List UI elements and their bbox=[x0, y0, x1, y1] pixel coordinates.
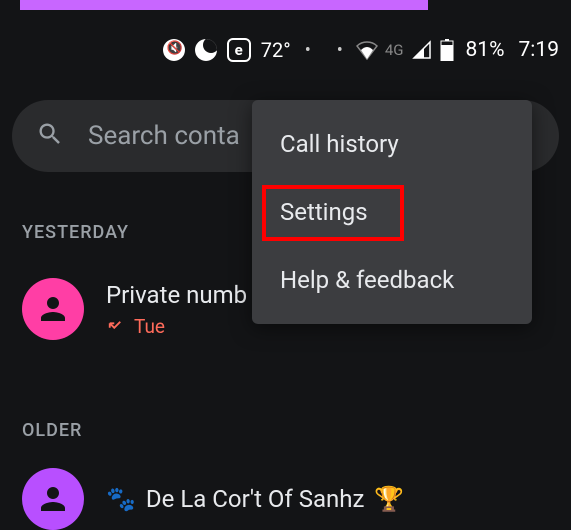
avatar bbox=[22, 278, 84, 340]
contact-emoji-prefix: 🐾 bbox=[106, 485, 136, 513]
avatar bbox=[22, 468, 84, 530]
menu-item-call-history[interactable]: Call history bbox=[252, 110, 532, 178]
section-label-yesterday: YESTERDAY bbox=[22, 222, 129, 243]
status-bar: e 72° • • 4G 81% 7:19 bbox=[0, 34, 559, 66]
contact-emoji-suffix: 🏆 bbox=[374, 485, 404, 513]
notification-accent-bar bbox=[20, 0, 428, 10]
menu-item-settings[interactable]: Settings bbox=[252, 178, 532, 246]
call-log-row[interactable]: 🐾 De La Cor't Of Sanhz 🏆 bbox=[22, 468, 559, 530]
network-type: 4G bbox=[385, 41, 404, 59]
clock-time: 7:19 bbox=[519, 38, 560, 62]
battery-icon bbox=[440, 39, 454, 61]
menu-item-help-feedback[interactable]: Help & feedback bbox=[252, 246, 532, 314]
battery-percent: 81% bbox=[466, 38, 505, 62]
search-placeholder: Search conta bbox=[88, 121, 240, 151]
status-dot: • bbox=[337, 40, 343, 61]
call-day: Tue bbox=[134, 315, 165, 338]
contact-name: Private numb bbox=[106, 281, 247, 309]
app-notification-icon: e bbox=[227, 38, 251, 62]
wifi-icon bbox=[355, 40, 379, 60]
volume-muted-icon bbox=[163, 39, 185, 61]
section-label-older: OLDER bbox=[22, 420, 82, 441]
contact-name: De La Cor't Of Sanhz bbox=[146, 485, 364, 513]
cellular-signal-icon bbox=[412, 40, 432, 60]
status-dot: • bbox=[305, 40, 311, 61]
missed-call-icon bbox=[106, 315, 124, 338]
call-meta: Tue bbox=[106, 315, 247, 338]
do-not-disturb-icon bbox=[195, 39, 217, 61]
overflow-menu: Call history Settings Help & feedback bbox=[252, 100, 532, 324]
temperature: 72° bbox=[261, 38, 291, 62]
search-icon bbox=[36, 120, 64, 152]
